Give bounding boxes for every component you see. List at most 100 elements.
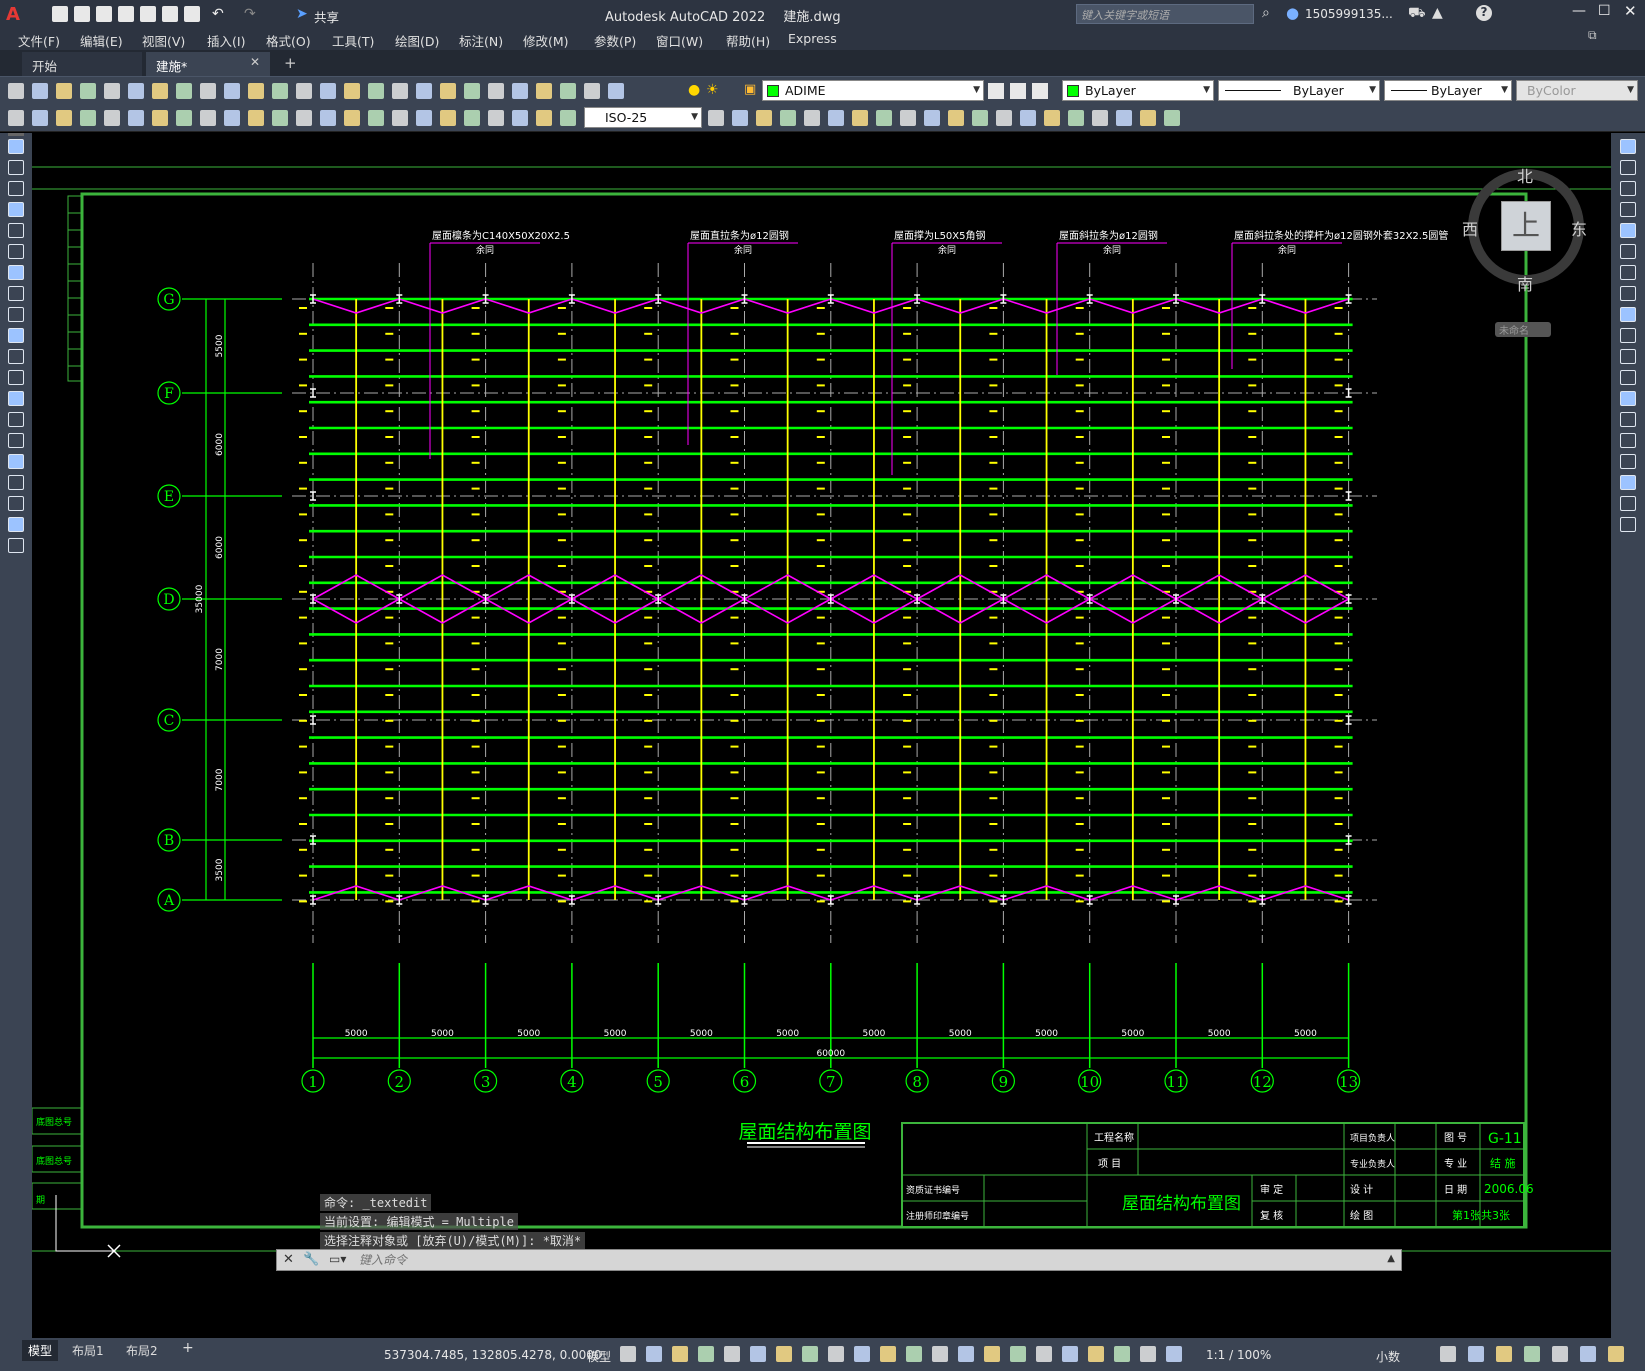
plot-icon[interactable] xyxy=(184,6,200,22)
dim-baseline-icon[interactable] xyxy=(224,110,240,126)
mirror-icon[interactable] xyxy=(1620,181,1636,196)
menu-item-7[interactable]: 标注(N) xyxy=(459,31,503,50)
menu-item-8[interactable]: 修改(M) xyxy=(523,31,569,50)
gizmo-icon[interactable] xyxy=(984,1346,1000,1362)
explode-icon[interactable] xyxy=(1068,110,1084,126)
break-at-point-icon[interactable] xyxy=(1620,370,1636,385)
spline-icon[interactable] xyxy=(8,307,24,322)
ellipse-arc-icon[interactable] xyxy=(8,349,24,364)
table-icon[interactable] xyxy=(8,496,24,511)
array-icon[interactable] xyxy=(804,110,820,126)
publish-icon[interactable] xyxy=(128,83,144,99)
properties-icon[interactable] xyxy=(392,83,408,99)
user-name[interactable]: 1505999135... xyxy=(1305,7,1393,21)
inspect-icon[interactable] xyxy=(368,110,384,126)
share-icon[interactable]: ➤ xyxy=(296,6,312,22)
layer-dropdown[interactable]: ADIME ▼ xyxy=(762,80,984,101)
osnap-track-icon[interactable] xyxy=(776,1346,792,1362)
arc-icon[interactable] xyxy=(8,244,24,259)
annotation-visibility-icon[interactable] xyxy=(1010,1346,1026,1362)
copy-icon[interactable] xyxy=(176,83,192,99)
layout-tab-model[interactable]: 模型 xyxy=(22,1340,59,1361)
quick-dim-icon[interactable] xyxy=(200,110,216,126)
new-icon[interactable] xyxy=(52,6,68,22)
dim-aligned-icon[interactable] xyxy=(512,110,528,126)
3d-rotate-icon[interactable] xyxy=(1620,517,1636,532)
annotation-monitor-icon[interactable] xyxy=(1114,1346,1130,1362)
minimize-icon[interactable]: — xyxy=(1572,3,1586,19)
dim-aligned-icon[interactable] xyxy=(32,110,48,126)
open-icon[interactable] xyxy=(74,6,90,22)
command-close-icon[interactable]: ✕ xyxy=(283,1252,294,1267)
annotation-scale-icon[interactable] xyxy=(1062,1346,1078,1362)
lineweight-icon[interactable] xyxy=(828,1346,844,1362)
dim-space-icon[interactable] xyxy=(272,110,288,126)
jogged-linear-icon[interactable] xyxy=(392,110,408,126)
color-dropdown[interactable]: ByLayer ▼ xyxy=(1062,80,1214,101)
chamfer-icon[interactable] xyxy=(1620,433,1636,448)
erase-icon[interactable] xyxy=(1620,139,1636,154)
save-as-icon[interactable] xyxy=(118,6,134,22)
chamfer-icon[interactable] xyxy=(1020,110,1036,126)
offset-icon[interactable] xyxy=(1164,110,1180,126)
customize-icon[interactable] xyxy=(1552,1346,1568,1362)
search-icon[interactable]: ⌕ xyxy=(1262,5,1270,21)
menu-item-10[interactable]: 窗口(W) xyxy=(656,31,703,50)
fillet-icon[interactable] xyxy=(1620,454,1636,469)
extend-icon[interactable] xyxy=(1620,349,1636,364)
clean-screen-icon[interactable] xyxy=(1524,1346,1540,1362)
region-icon[interactable] xyxy=(8,475,24,490)
trim-icon[interactable] xyxy=(924,110,940,126)
stretch-icon[interactable] xyxy=(900,110,916,126)
stretch-icon[interactable] xyxy=(1620,307,1636,322)
command-recent-icon[interactable]: ▭▾ xyxy=(329,1252,346,1266)
make-block-icon[interactable] xyxy=(8,391,24,406)
annotation-scale[interactable]: 1:1 / 100% xyxy=(1206,1348,1271,1362)
isolate-icon[interactable] xyxy=(1468,1346,1484,1362)
polygon-icon[interactable] xyxy=(8,202,24,217)
fillet-icon[interactable] xyxy=(1044,110,1060,126)
close-icon[interactable]: ✕ xyxy=(1624,2,1637,20)
coordinates[interactable]: 537304.7485, 132805.4278, 0.0000 xyxy=(384,1348,602,1362)
viewcube-west[interactable]: 西 xyxy=(1462,216,1478,240)
preview-icon[interactable] xyxy=(104,83,120,99)
rectangle-icon[interactable] xyxy=(8,223,24,238)
scale-icon[interactable] xyxy=(1620,286,1636,301)
user-icon[interactable]: ● xyxy=(1286,4,1299,22)
notify-icon[interactable] xyxy=(1608,1346,1624,1362)
new-tab-icon[interactable]: + xyxy=(284,54,297,72)
menu-item-9[interactable]: 参数(P) xyxy=(594,31,636,50)
menu-item-6[interactable]: 绘图(D) xyxy=(395,31,439,50)
dim-angular-icon[interactable] xyxy=(176,110,192,126)
3d-osnap-icon[interactable] xyxy=(906,1346,922,1362)
markup-icon[interactable] xyxy=(488,83,504,99)
graphics-icon[interactable] xyxy=(1580,1346,1596,1362)
menu-item-2[interactable]: 视图(V) xyxy=(142,31,185,50)
maximize-icon[interactable]: ☐ xyxy=(1598,3,1611,19)
viewcube-east[interactable]: 东 xyxy=(1571,216,1587,240)
lock-ui-icon[interactable] xyxy=(1440,1346,1456,1362)
undo-icon[interactable] xyxy=(248,83,264,99)
break-icon[interactable] xyxy=(972,110,988,126)
command-history-up-icon[interactable]: ▲ xyxy=(1387,1253,1395,1264)
redo-icon[interactable] xyxy=(272,83,288,99)
design-center-icon[interactable] xyxy=(416,83,432,99)
restore-doc-icon[interactable]: ⧉ xyxy=(1588,28,1597,43)
units-dropdown[interactable]: 小数 xyxy=(1376,1348,1400,1365)
help-icon[interactable]: ? xyxy=(1476,5,1492,21)
menu-item-3[interactable]: 插入(I) xyxy=(207,31,245,50)
explode-icon[interactable] xyxy=(1620,496,1636,511)
layer-properties-icon[interactable] xyxy=(560,83,576,99)
erase-icon[interactable] xyxy=(1092,110,1108,126)
plot-icon[interactable] xyxy=(80,83,96,99)
dim-break-icon[interactable] xyxy=(296,110,312,126)
autocad-logo[interactable]: A xyxy=(6,4,26,25)
linetype-dropdown[interactable]: ByLayer ▼ xyxy=(1218,80,1380,101)
layer-lock-icon[interactable]: ▣ xyxy=(744,82,756,97)
model-space-toggle[interactable]: 模型 xyxy=(587,1348,611,1365)
move-icon[interactable] xyxy=(1620,244,1636,259)
join-icon[interactable] xyxy=(996,110,1012,126)
extend-icon[interactable] xyxy=(948,110,964,126)
ortho-icon[interactable] xyxy=(698,1346,714,1362)
snap-icon[interactable] xyxy=(646,1346,662,1362)
